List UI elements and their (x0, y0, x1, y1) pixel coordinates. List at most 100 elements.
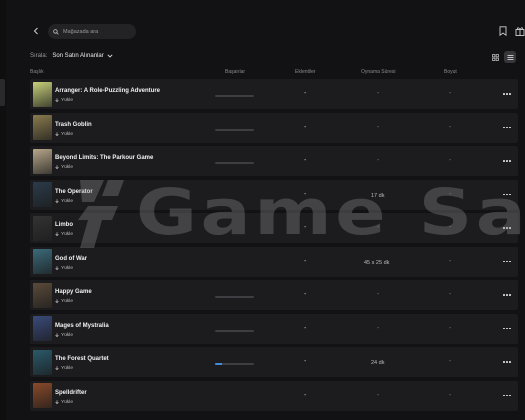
game-title: God of War (55, 255, 88, 262)
table-row[interactable]: Spelldrifter Yükle - - - (30, 380, 518, 411)
install-link[interactable]: Yükle (55, 400, 73, 405)
playtime-value: - (377, 391, 380, 399)
table-row[interactable]: Limbo Yükle - - - (30, 213, 518, 243)
more-dot (506, 361, 508, 363)
column-achievements[interactable]: Başarılar (225, 69, 245, 75)
more-dot (506, 327, 508, 330)
more-dot (503, 126, 506, 129)
sort-control: Sırala: Son Satın Alınanlar (30, 53, 113, 59)
playtime-value: - (377, 291, 380, 298)
game-list: Arranger: A Role-Puzzling Adventure Yükl… (30, 79, 518, 414)
list-view-button[interactable] (504, 51, 516, 63)
addons-value: - (304, 157, 307, 164)
download-icon (55, 299, 59, 304)
sort-dropdown[interactable]: Son Satın Alınanlar (52, 53, 113, 59)
table-row[interactable]: Mages of Mystralia Yükle - - - (30, 313, 518, 344)
addons-value: - (304, 123, 307, 131)
table-row[interactable]: The Operator Yükle - 17 dk - (30, 179, 518, 210)
install-label: Yükle (61, 198, 73, 204)
download-icon (55, 165, 59, 170)
more-dot (503, 93, 506, 95)
game-cover-image (32, 316, 52, 341)
gift-button[interactable] (514, 25, 525, 37)
table-row[interactable]: Arranger: A Role-Puzzling Adventure Yükl… (30, 79, 518, 109)
install-label: Yükle (61, 399, 73, 405)
game-cover-image (32, 215, 52, 241)
table-row[interactable]: Happy Game Yükle - - - (30, 280, 518, 310)
column-title[interactable]: Başlık (30, 69, 44, 75)
size-value: - (449, 358, 452, 365)
more-options-button[interactable] (500, 257, 514, 267)
game-title: The Forest Quartet (55, 356, 109, 362)
addons-value: - (304, 391, 307, 399)
game-cover-image (32, 81, 52, 107)
install-link[interactable]: Yükle (55, 199, 73, 204)
size-value: - (449, 291, 452, 298)
sidebar-edge (0, 0, 6, 420)
column-playtime[interactable]: Oynama Süresi (361, 69, 395, 75)
table-row[interactable]: Beyond Limits: The Parkour Game Yükle - … (30, 146, 518, 176)
sort-label: Sırala: (30, 53, 48, 59)
download-icon (55, 232, 59, 237)
sort-dropdown-value: Son Satın Alınanlar (52, 53, 104, 59)
install-label: Yükle (61, 131, 73, 137)
game-cover-image (32, 349, 52, 375)
achievement-progress (215, 296, 254, 298)
playtime-value: 45 s 25 dk (364, 259, 390, 266)
more-options-button[interactable] (500, 156, 514, 166)
table-row[interactable]: God of War Yükle - 45 s 25 dk - (30, 246, 518, 277)
install-label: Yükle (61, 232, 73, 237)
chevron-down-icon (107, 54, 113, 58)
more-dot (508, 93, 511, 95)
download-icon (55, 98, 59, 103)
install-link[interactable]: Yükle (55, 232, 73, 237)
addons-value: - (304, 190, 307, 198)
install-link[interactable]: Yükle (55, 333, 73, 338)
search-input[interactable] (63, 28, 131, 35)
more-options-button[interactable] (500, 290, 514, 300)
game-title: Limbo (55, 222, 73, 228)
more-dot (508, 227, 511, 229)
table-header: Başlık Başarılar Eklentiler Oynama Süres… (30, 69, 518, 77)
size-value: - (449, 90, 452, 97)
more-options-button[interactable] (500, 391, 514, 401)
install-link[interactable]: Yükle (55, 299, 73, 304)
game-title: Trash Goblin (55, 121, 92, 128)
install-label: Yükle (61, 332, 73, 338)
download-icon (55, 198, 59, 203)
wishlist-button[interactable] (497, 25, 509, 37)
playtime-value: - (377, 90, 380, 97)
install-link[interactable]: Yükle (55, 366, 73, 371)
library-page: Sırala: Son Satın Alınanlar Başlık Başar… (0, 0, 525, 420)
game-title: The Operator (55, 188, 93, 195)
install-label: Yükle (61, 265, 73, 271)
column-addons[interactable]: Eklentiler (295, 69, 316, 75)
more-options-button[interactable] (500, 89, 514, 99)
store-search[interactable] (48, 24, 136, 39)
column-size[interactable]: Boyut (444, 69, 457, 75)
install-link[interactable]: Yükle (55, 132, 73, 137)
achievement-progress (215, 95, 254, 97)
install-link[interactable]: Yükle (55, 266, 73, 271)
table-row[interactable]: Trash Goblin Yükle - - - (30, 112, 518, 143)
more-dot (503, 193, 506, 196)
game-title: Happy Game (55, 289, 92, 295)
sidebar-active-marker (0, 79, 5, 106)
grid-icon (491, 53, 499, 61)
more-dot (506, 126, 508, 129)
more-options-button[interactable] (500, 223, 514, 233)
more-options-button[interactable] (500, 357, 514, 367)
achievement-progress (215, 363, 254, 365)
more-dot (503, 327, 506, 330)
install-link[interactable]: Yükle (55, 165, 73, 170)
more-options-button[interactable] (500, 190, 514, 200)
more-dot (503, 227, 506, 229)
grid-view-button[interactable] (489, 51, 501, 63)
install-link[interactable]: Yükle (55, 98, 73, 103)
more-options-button[interactable] (500, 123, 514, 133)
table-row[interactable]: The Forest Quartet Yükle - 24 dk - (30, 347, 518, 377)
more-options-button[interactable] (500, 324, 514, 334)
back-button[interactable] (28, 22, 44, 40)
download-icon (55, 131, 59, 136)
game-title: Spelldrifter (55, 389, 87, 396)
